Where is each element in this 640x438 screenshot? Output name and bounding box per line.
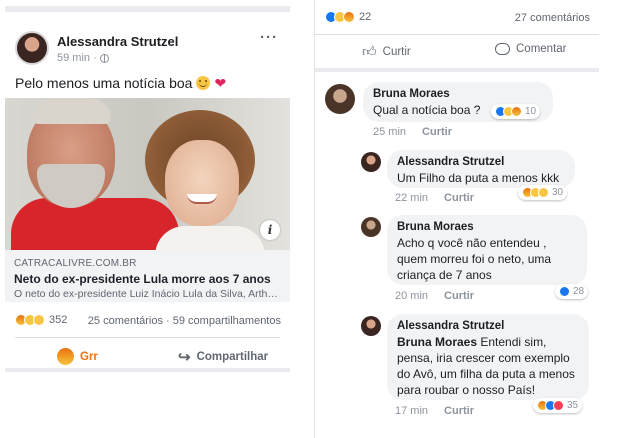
comment-author[interactable]: Alessandra Strutzel	[397, 320, 579, 332]
red-heart-icon: ❤	[214, 75, 227, 91]
comment-reactions[interactable]: 10	[491, 104, 541, 119]
comment-reply: Alessandra Strutzel Um Filho da puta a m…	[315, 148, 600, 208]
share-arrow-icon: ↪	[178, 349, 191, 366]
comments-panel: 22 27 comentários 👍︎ Curtir Comentar Bru…	[314, 0, 600, 438]
comment-bubble: Alessandra Strutzel Um Filho da puta a m…	[387, 150, 575, 188]
like-label: Curtir	[382, 45, 411, 58]
thumbs-up-icon: 👍︎	[362, 43, 377, 59]
post-actions: Grr ↪ Compartilhar	[5, 338, 290, 374]
share-label: Compartilhar	[196, 351, 269, 363]
photo-man-hair	[33, 98, 111, 124]
comment-like-link[interactable]: Curtir	[444, 405, 474, 417]
post-author-name[interactable]: Alessandra Strutzel	[57, 34, 178, 49]
share-button[interactable]: ↪ Compartilhar	[178, 348, 268, 366]
section-separator	[315, 68, 600, 72]
link-domain: CATRACALIVRE.COM.BR	[14, 258, 137, 269]
post-header: Alessandra Strutzel 59 min · ···	[5, 12, 290, 70]
author-avatar[interactable]	[15, 31, 49, 65]
haha-reaction-icon	[538, 187, 549, 198]
comments-count[interactable]: 27 comentários	[515, 12, 590, 24]
comment-meta: 17 min Curtir	[395, 405, 474, 417]
info-icon[interactable]: i	[260, 220, 280, 240]
comment-reaction-count: 28	[573, 286, 585, 297]
comment-bubble-icon	[495, 43, 510, 55]
post-stats: 352 25 comentários · 59 compartilhamento…	[5, 308, 290, 332]
comment-text: Bruna Moraes Entendi sim, pensa, iria cr…	[397, 334, 579, 398]
comment-bubble: Alessandra Strutzel Bruna Moraes Entendi…	[387, 314, 589, 400]
comment-meta: 20 min Curtir	[395, 290, 474, 302]
comment-label: Comentar	[516, 43, 567, 55]
grr-label: Grr	[80, 350, 98, 363]
love-reaction-icon	[553, 400, 564, 411]
comment-time[interactable]: 17 min	[395, 405, 428, 417]
comment: Bruna Moraes Qual a notícia boa ? 10 25 …	[315, 78, 600, 144]
photo-shirt	[11, 198, 179, 250]
comment-like-link[interactable]: Curtir	[422, 126, 452, 138]
comment-author[interactable]: Bruna Moraes	[373, 88, 543, 100]
comment-reply: Bruna Moraes Acho q você não entendeu , …	[315, 213, 600, 305]
commenter-avatar[interactable]	[325, 84, 355, 114]
comments-shares-count[interactable]: 25 comentários · 59 compartilhamentos	[88, 315, 281, 327]
commenter-avatar[interactable]	[361, 316, 381, 336]
commenter-avatar[interactable]	[361, 217, 381, 237]
comment-reactions[interactable]: 35	[533, 398, 583, 413]
right-margin	[599, 0, 640, 438]
comment-time[interactable]: 25 min	[373, 126, 406, 138]
reaction-count: 352	[49, 314, 68, 326]
angry-reaction-icon	[343, 11, 355, 23]
screenshot-root: Alessandra Strutzel 59 min · ··· Pelo me…	[0, 0, 640, 438]
comment-text: Acho q você não entendeu , quem morreu f…	[397, 236, 552, 282]
comment-author[interactable]: Alessandra Strutzel	[397, 156, 565, 168]
post-text: Pelo menos uma notícia boa ❤	[15, 75, 226, 91]
ellipsis-icon[interactable]: ···	[260, 29, 278, 46]
comment-meta: 25 min Curtir	[373, 126, 452, 138]
comment-button[interactable]: Comentar	[495, 43, 567, 55]
reaction-count: 22	[359, 11, 372, 23]
angry-reaction-icon	[57, 348, 74, 365]
comment-author[interactable]: Bruna Moraes	[397, 221, 577, 233]
comment-time[interactable]: 22 min	[395, 192, 428, 204]
link-preview[interactable]: CATRACALIVRE.COM.BR Neto do ex-president…	[5, 250, 290, 302]
commenter-avatar[interactable]	[361, 152, 381, 172]
comment-reactions[interactable]: 30	[518, 185, 568, 200]
comment-bubble: Bruna Moraes Acho q você não entendeu , …	[387, 215, 587, 285]
comment-reply: Alessandra Strutzel Bruna Moraes Entendi…	[315, 312, 600, 422]
comment-reaction-count: 30	[552, 187, 564, 198]
comments-panel-stats: 22 27 comentários	[315, 0, 600, 30]
comment-meta: 22 min Curtir	[395, 192, 474, 204]
photo-kid-face	[165, 140, 239, 226]
grr-button[interactable]: Grr	[57, 348, 98, 365]
comment-reaction-count: 10	[525, 106, 537, 117]
comment-mention[interactable]: Bruna Moraes	[397, 335, 477, 349]
comment-like-link[interactable]: Curtir	[444, 192, 474, 204]
reaction-summary[interactable]: 352	[15, 314, 67, 326]
comment-text: Um Filho da puta a menos kkk	[397, 171, 560, 185]
comment-reaction-count: 35	[567, 400, 579, 411]
post-meta: 59 min ·	[57, 52, 109, 64]
comment-time[interactable]: 20 min	[395, 290, 428, 302]
facebook-post: Alessandra Strutzel 59 min · ··· Pelo me…	[5, 6, 290, 372]
link-description: O neto do ex-presidente Luiz Inácio Lula…	[14, 288, 281, 300]
post-time[interactable]: 59 min ·	[57, 52, 97, 64]
like-reaction-icon	[559, 286, 570, 297]
angry-reaction-icon	[511, 106, 522, 117]
wow-reaction-icon	[33, 314, 45, 326]
link-title[interactable]: Neto do ex-presidente Lula morre aos 7 a…	[14, 272, 281, 286]
comment-reactions[interactable]: 28	[555, 284, 589, 299]
comment-like-link[interactable]: Curtir	[444, 290, 474, 302]
post-text-content: Pelo menos uma notícia boa	[15, 75, 193, 91]
comments-panel-actions: 👍︎ Curtir Comentar	[315, 34, 600, 64]
link-preview-image[interactable]: i	[5, 98, 290, 250]
like-button[interactable]: 👍︎ Curtir	[362, 43, 411, 60]
globe-icon	[99, 53, 109, 63]
reaction-summary[interactable]: 22	[325, 11, 371, 23]
photo-kid-body	[155, 226, 265, 250]
slightly-smiling-face-icon	[196, 76, 211, 90]
